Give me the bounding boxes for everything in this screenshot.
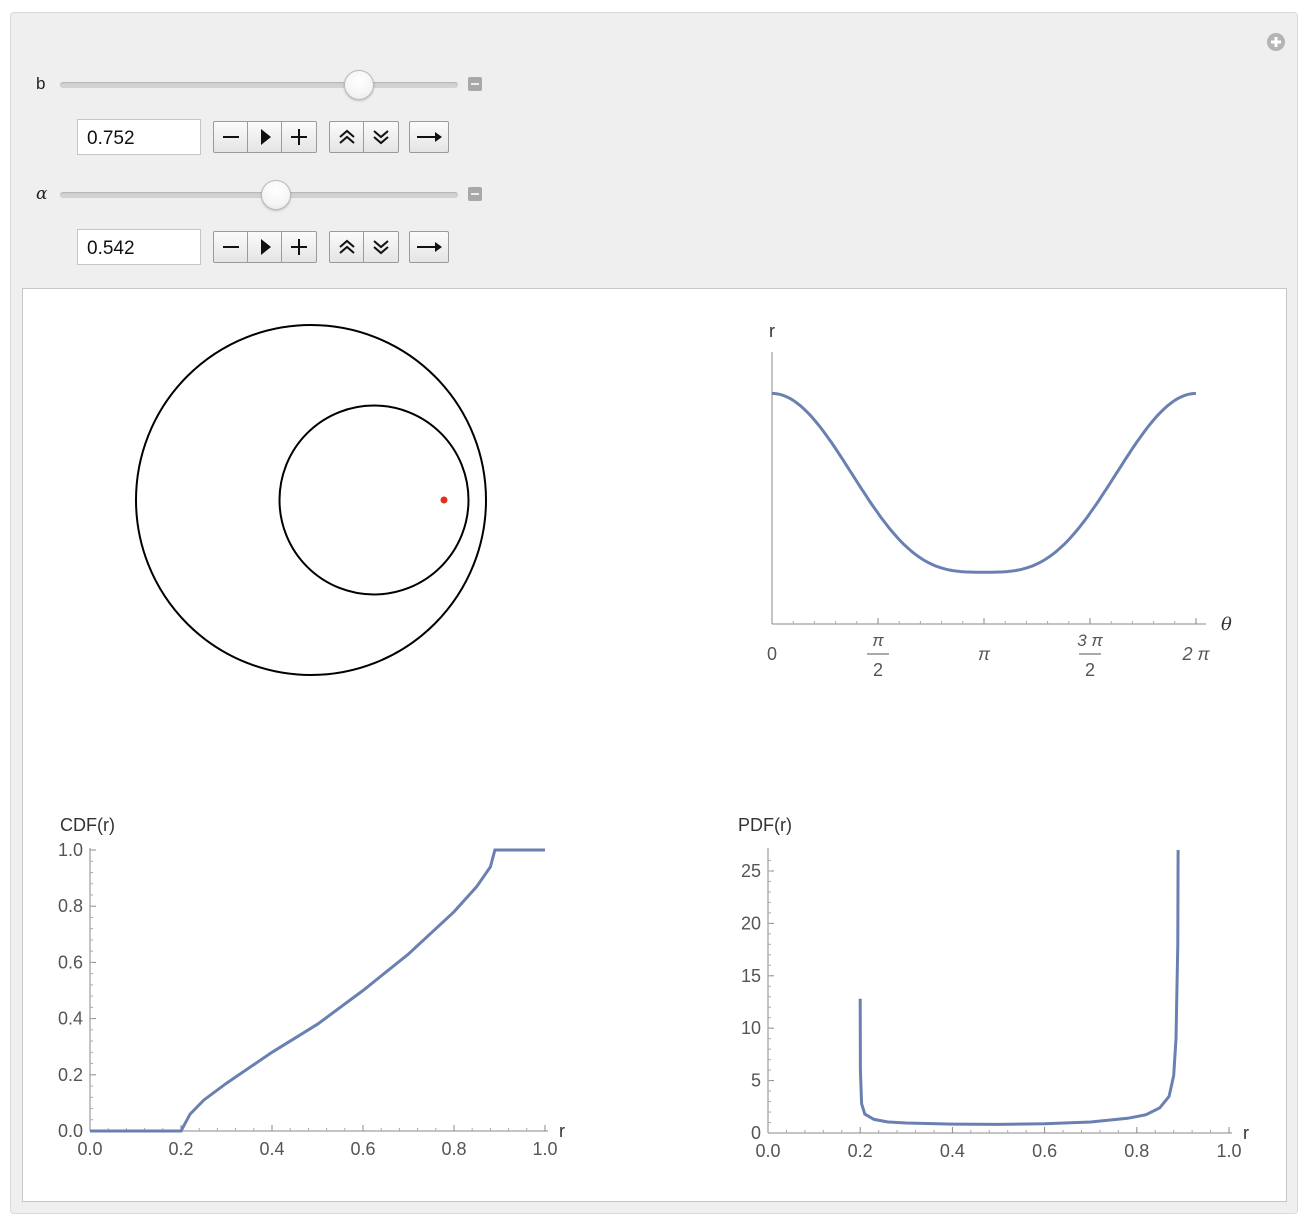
r-theta-series-line <box>771 391 1197 574</box>
cdf-x-tick-label: 0.0 <box>77 1139 102 1159</box>
pdf-y-tick-label: 15 <box>741 966 761 986</box>
pdf-y-tick-label: 25 <box>741 861 761 881</box>
pdf-x-tick-label: 0.6 <box>1032 1141 1057 1161</box>
r-theta-plot: r θ 0 π 2 π 3 π 2 2 π <box>767 321 1232 680</box>
pdf-x-tick-label: 0.2 <box>848 1141 873 1161</box>
pdf-plot: PDF(r) r 0.0 0.2 0.4 0.6 0.8 1.0 0 5 10 15 20 25 <box>738 815 1249 1161</box>
inner-circle <box>278 404 470 596</box>
cdf-x-tick-label: 0.8 <box>441 1139 466 1159</box>
pdf-x-tick-label: 0.0 <box>755 1141 780 1161</box>
cdf-xlabel: r <box>559 1121 565 1141</box>
pdf-x-tick-label: 0.8 <box>1124 1141 1149 1161</box>
pdf-y-tick-label: 10 <box>741 1018 761 1038</box>
cdf-y-tick-label: 1.0 <box>58 840 83 860</box>
cdf-y-tick-label: 0.2 <box>58 1065 83 1085</box>
theta-tick-label: 0 <box>767 644 777 664</box>
pdf-y-tick-label: 20 <box>741 913 761 933</box>
cdf-y-tick-label: 0.0 <box>58 1121 83 1141</box>
cdf-ylabel: CDF(r) <box>60 815 115 835</box>
pdf-x-tick-label: 0.4 <box>940 1141 965 1161</box>
plots-canvas: r θ 0 π 2 π 3 π 2 2 π CDF(r) r 0.0 0.2 0.4 0.6 0.8… <box>58 321 1249 1161</box>
theta-tick-denominator: 2 <box>873 660 883 680</box>
cdf-y-tick-label: 0.6 <box>58 952 83 972</box>
pdf-ylabel: PDF(r) <box>738 815 792 835</box>
pdf-x-tick-label: 1.0 <box>1216 1141 1241 1161</box>
r-theta-xlabel: θ <box>1221 614 1232 635</box>
pdf-y-tick-label: 5 <box>751 1071 761 1091</box>
theta-tick-numerator: 3 π <box>1077 631 1103 650</box>
outer-circle <box>135 324 487 676</box>
cdf-x-tick-label: 0.4 <box>259 1139 284 1159</box>
pdf-series-line <box>858 849 1180 1126</box>
cdf-x-tick-label: 0.2 <box>168 1139 193 1159</box>
theta-tick-label: π <box>978 644 991 664</box>
cdf-y-tick-label: 0.8 <box>58 896 83 916</box>
pdf-xlabel: r <box>1243 1123 1249 1143</box>
theta-tick-label: 2 π <box>1181 644 1210 664</box>
theta-tick-numerator: π <box>872 631 884 650</box>
r-theta-ylabel: r <box>769 321 775 341</box>
theta-tick-denominator: 2 <box>1085 660 1095 680</box>
sample-point <box>440 496 448 504</box>
cdf-x-tick-label: 1.0 <box>532 1139 557 1159</box>
cdf-x-tick-label: 0.6 <box>350 1139 375 1159</box>
cdf-series-line <box>90 848 545 1133</box>
circle-diagram <box>135 324 487 676</box>
cdf-plot: CDF(r) r 0.0 0.2 0.4 0.6 0.8 1.0 0.0 0.2 0.4 0.6 0… <box>58 815 565 1159</box>
pdf-y-tick-label: 0 <box>751 1123 761 1143</box>
cdf-y-tick-label: 0.4 <box>58 1009 83 1029</box>
